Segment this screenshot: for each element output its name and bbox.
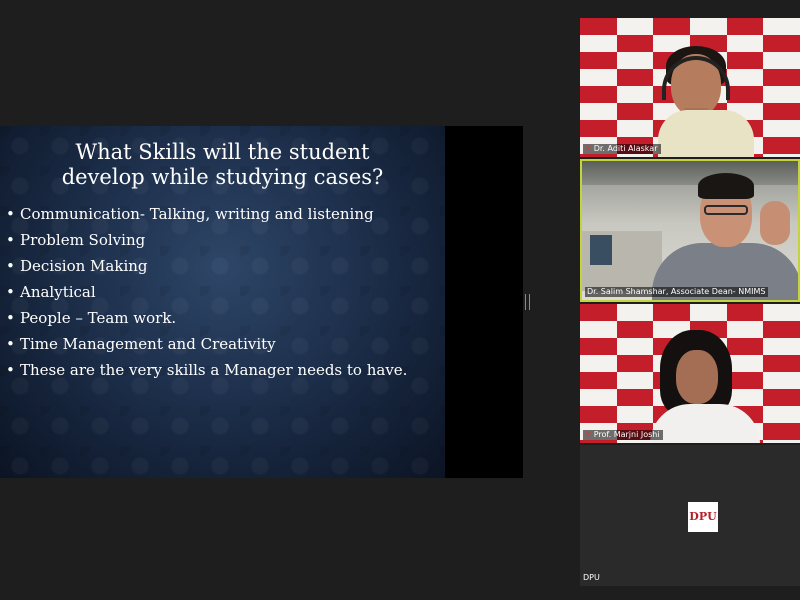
participant-tile[interactable]: ✕ Prof. Marjni Joshi: [580, 304, 800, 443]
slide-bullet: • Problem Solving: [6, 230, 410, 251]
slide-bullet-list: • Communication- Talking, writing and lis…: [0, 204, 445, 381]
slide-bullet-text: These are the very skills a Manager need…: [20, 361, 408, 379]
dpu-logo: DPU: [688, 502, 718, 532]
participant-name: Dr. Salim Shamshar, Associate Dean- NMIM…: [587, 287, 766, 296]
glasses-icon: [704, 205, 748, 215]
video-meeting-window: What Skills will the student develop whi…: [0, 0, 800, 600]
slide-bullet: • Time Management and Creativity: [6, 334, 410, 355]
participant-name: Dr. Aditi Alaskar: [593, 144, 658, 153]
slide-bullet-text: Analytical: [20, 283, 96, 301]
bullet-icon: •: [6, 257, 15, 275]
participant-tile[interactable]: ✕ Dr. Aditi Alaskar: [580, 18, 800, 157]
split-resize-handle[interactable]: [525, 294, 530, 310]
participant-video: [698, 173, 754, 199]
bullet-icon: •: [6, 283, 15, 301]
bullet-icon: •: [6, 205, 15, 223]
slide-bullet-text: Communication- Talking, writing and list…: [20, 205, 374, 223]
participant-tile-video-off[interactable]: DPU DPU: [580, 445, 800, 586]
slide-bullet-text: Decision Making: [20, 257, 148, 275]
participant-name: Prof. Marjni Joshi: [593, 430, 660, 439]
slide-title: What Skills will the student develop whi…: [0, 140, 445, 190]
slide-bullet: • Communication- Talking, writing and lis…: [6, 204, 410, 225]
participant-video: [676, 350, 718, 404]
muted-mic-icon: ✕: [585, 144, 592, 153]
participant-name: DPU: [583, 573, 600, 582]
shared-screen[interactable]: What Skills will the student develop whi…: [0, 126, 523, 478]
participant-name-label: ✕ Dr. Aditi Alaskar: [583, 144, 661, 154]
slide-bullet-text: People – Team work.: [20, 309, 177, 327]
bullet-icon: •: [6, 335, 15, 353]
slide-bullet-text: Problem Solving: [20, 231, 146, 249]
slide-bullet: • People – Team work.: [6, 308, 410, 329]
slide-title-line-1: What Skills will the student: [75, 140, 370, 164]
participant-name-label: ✕ Prof. Marjni Joshi: [583, 430, 663, 440]
participant-video: [658, 110, 754, 157]
participant-video: [760, 201, 790, 245]
participant-name-label: Dr. Salim Shamshar, Associate Dean- NMIM…: [585, 287, 769, 297]
bullet-icon: •: [6, 361, 15, 379]
slide-title-line-2: develop while studying cases?: [61, 165, 384, 189]
bullet-icon: •: [6, 231, 15, 249]
slide-bullet-text: Time Management and Creativity: [20, 335, 276, 353]
slide-bullet: • Decision Making: [6, 256, 410, 277]
slide-bullet: • These are the very skills a Manager nee…: [6, 360, 410, 381]
participant-tile-active-speaker[interactable]: Dr. Salim Shamshar, Associate Dean- NMIM…: [580, 159, 800, 302]
bullet-icon: •: [6, 309, 15, 327]
slide-bullet: • Analytical: [6, 282, 410, 303]
presentation-slide: What Skills will the student develop whi…: [0, 126, 445, 478]
muted-mic-icon: ✕: [585, 430, 592, 439]
